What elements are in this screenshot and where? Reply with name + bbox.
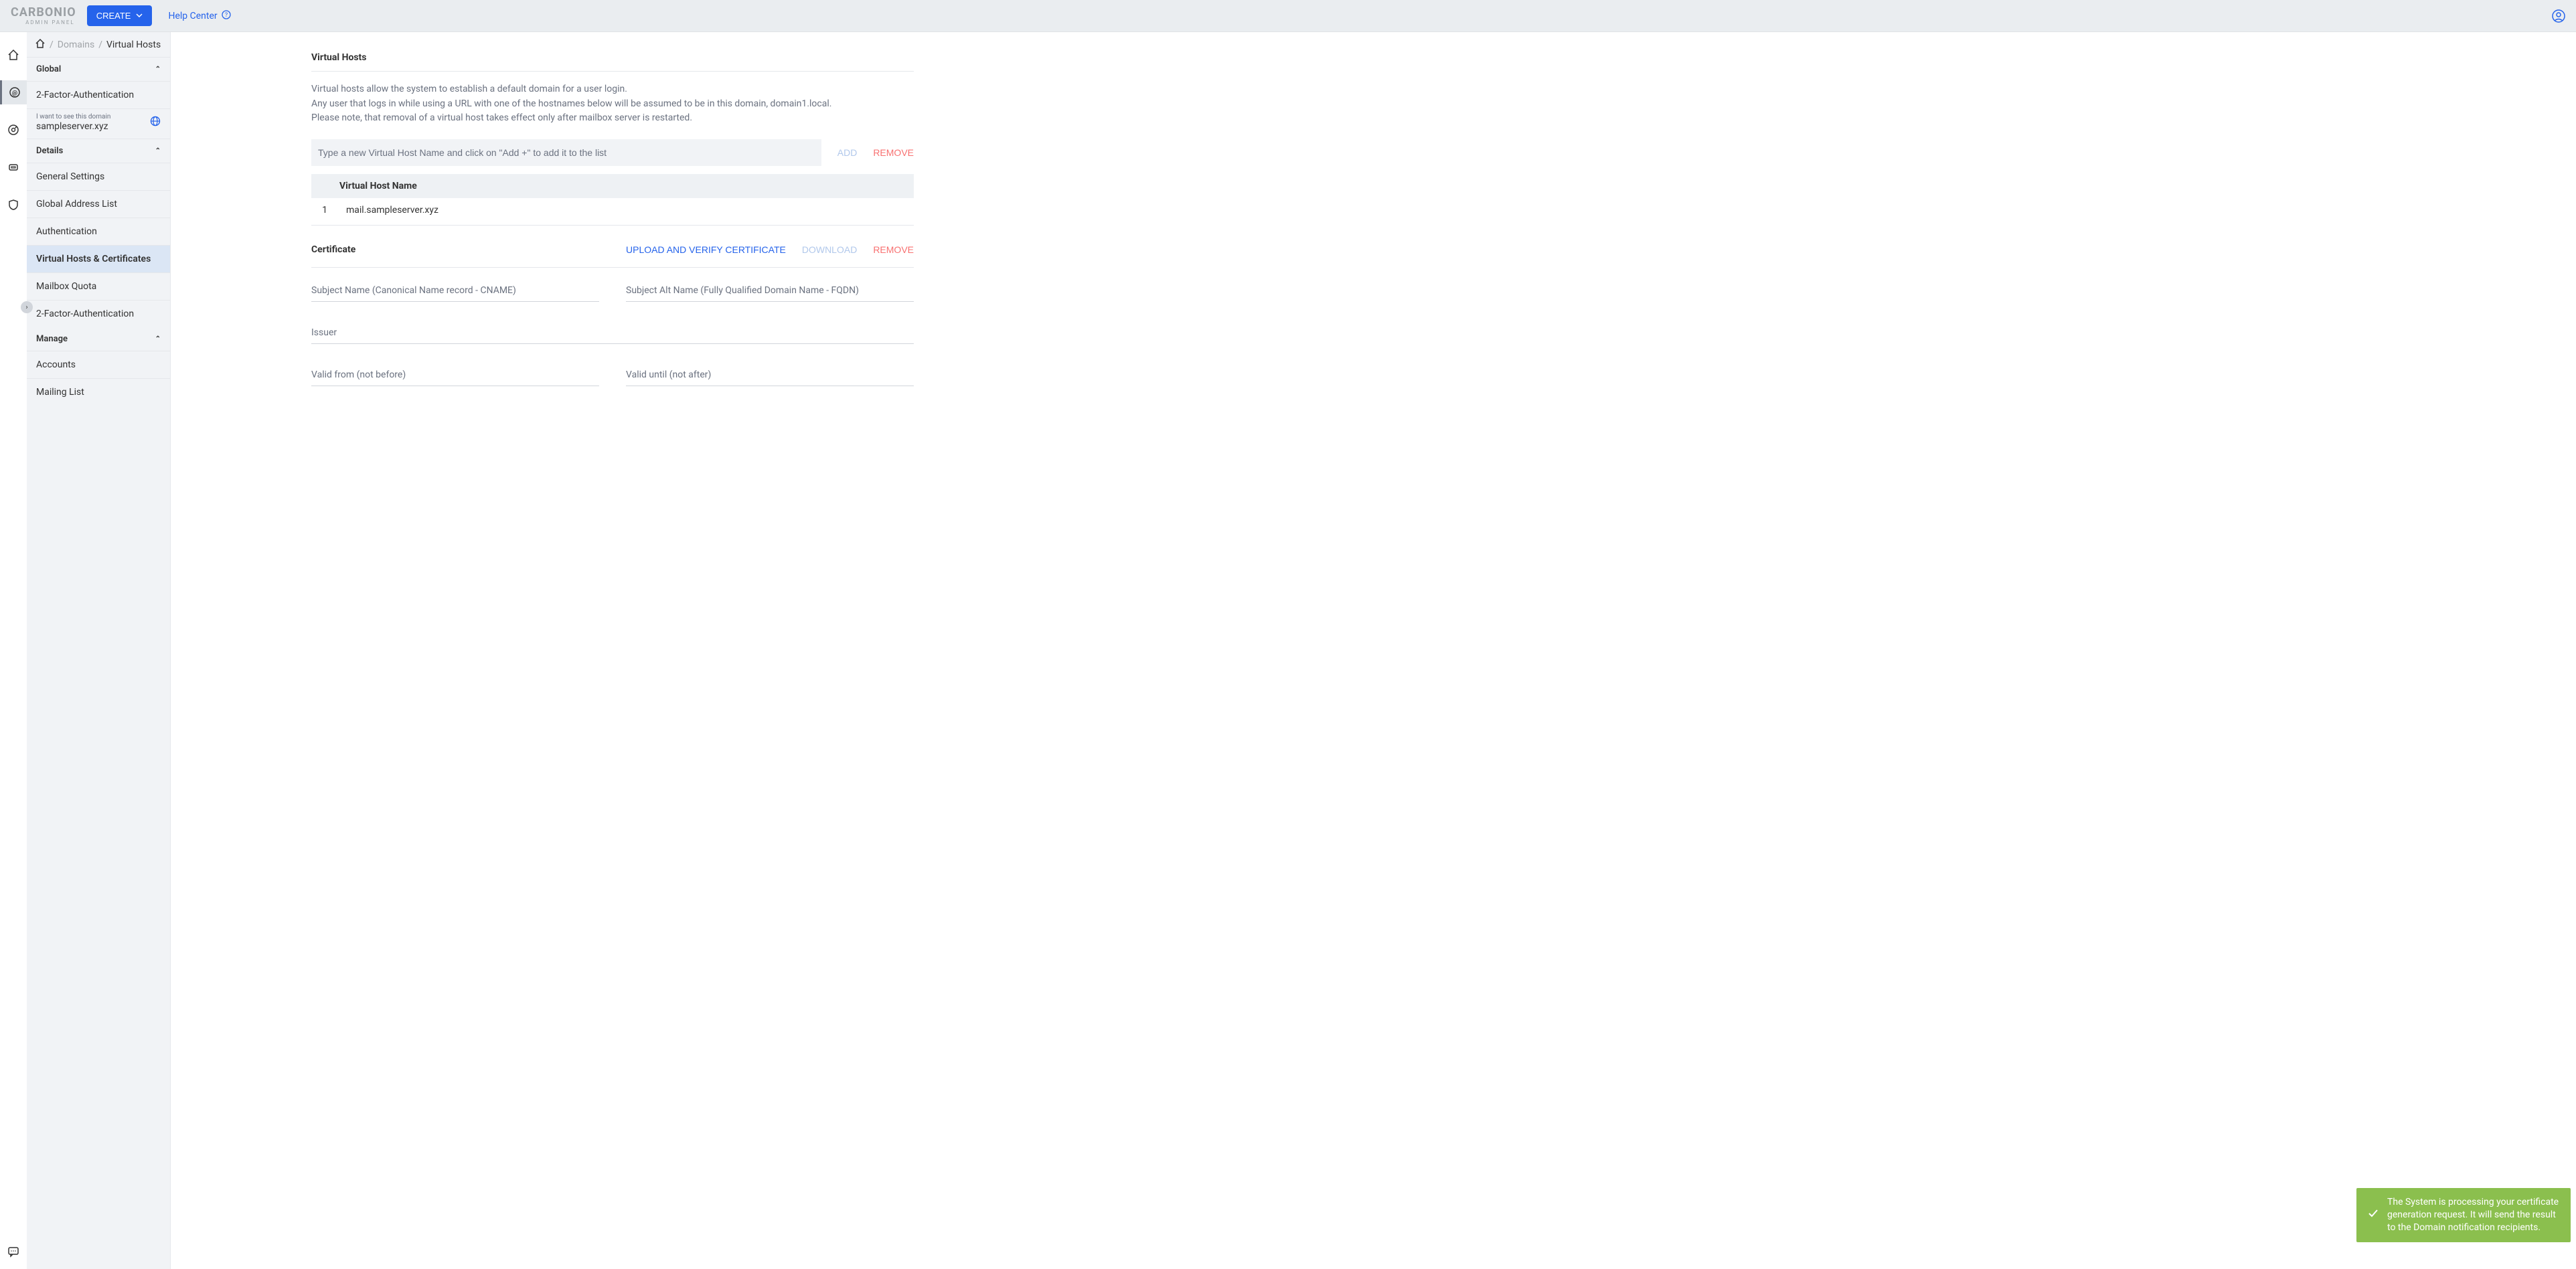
sidebar-item-mailing-list[interactable]: Mailing List [27, 378, 170, 406]
nav-privacy-icon[interactable] [0, 193, 27, 217]
certificate-title: Certificate [311, 244, 355, 255]
sidebar-item-mailbox-quota[interactable]: Mailbox Quota [27, 272, 170, 300]
breadcrumb-current: Virtual Hosts [106, 39, 161, 50]
sidebar-collapse-handle[interactable]: › [21, 301, 33, 313]
row-index: 1 [319, 205, 330, 216]
valid-from-field: Valid from (not before) [311, 365, 599, 386]
sidebar: / Domains / Virtual Hosts Global ⌃ 2-Fac… [27, 32, 171, 1269]
remove-virtual-host-button[interactable]: REMOVE [873, 147, 914, 158]
sidebar-section-global[interactable]: Global ⌃ [27, 58, 170, 81]
create-button-label: CREATE [96, 11, 131, 21]
table-header-vhost-name: Virtual Host Name [311, 174, 914, 198]
logo-main: CARBONIO [11, 7, 76, 19]
sidebar-item-gal[interactable]: Global Address List [27, 190, 170, 218]
chevron-up-icon: ⌃ [155, 335, 161, 343]
nav-storage-icon[interactable] [0, 155, 27, 179]
main-content: Virtual Hosts Virtual hosts allow the sy… [171, 32, 2576, 1269]
sidebar-item-2fa-global[interactable]: 2-Factor-Authentication [27, 81, 170, 108]
success-toast: The System is processing your certificat… [2356, 1188, 2571, 1242]
globe-icon [150, 116, 161, 129]
virtual-hosts-title: Virtual Hosts [311, 52, 914, 63]
nav-rail: @ [0, 32, 27, 1269]
valid-until-field: Valid until (not after) [626, 365, 914, 386]
sidebar-item-authentication[interactable]: Authentication [27, 218, 170, 245]
toast-message: The System is processing your certificat… [2387, 1196, 2560, 1234]
virtual-hosts-description: Virtual hosts allow the system to establ… [311, 82, 914, 126]
table-row[interactable]: 1 mail.sampleserver.xyz [311, 198, 914, 222]
virtual-hosts-table: Virtual Host Name 1 mail.sampleserver.xy… [311, 174, 914, 222]
breadcrumb: / Domains / Virtual Hosts [27, 32, 170, 58]
sidebar-item-general-settings[interactable]: General Settings [27, 163, 170, 190]
nav-domains-icon[interactable]: @ [0, 80, 27, 104]
sidebar-item-virtual-hosts[interactable]: Virtual Hosts & Certificates [27, 245, 170, 272]
home-icon[interactable] [35, 38, 46, 52]
nav-feedback-icon[interactable] [0, 1245, 27, 1269]
sidebar-item-2fa-details[interactable]: 2-Factor-Authentication [27, 300, 170, 327]
sidebar-item-accounts[interactable]: Accounts [27, 351, 170, 378]
row-vhost-name: mail.sampleserver.xyz [346, 205, 438, 216]
help-icon: ? [222, 10, 231, 22]
subject-name-field: Subject Name (Canonical Name record - CN… [311, 281, 599, 302]
logo-sub: ADMIN PANEL [25, 20, 75, 25]
chevron-up-icon: ⌃ [155, 147, 161, 155]
domain-selector-label: I want to see this domain [36, 113, 150, 120]
add-button[interactable]: ADD [837, 147, 858, 158]
sidebar-section-details[interactable]: Details ⌃ [27, 139, 170, 163]
create-button[interactable]: CREATE [87, 5, 153, 26]
issuer-field: Issuer [311, 323, 914, 344]
sidebar-section-manage[interactable]: Manage ⌃ [27, 327, 170, 351]
chevron-right-icon: › [25, 304, 27, 311]
virtual-host-name-input[interactable] [311, 139, 821, 166]
chevron-down-icon [136, 11, 143, 21]
logo: CARBONIO ADMIN PANEL [11, 7, 76, 25]
nav-home-icon[interactable] [0, 43, 27, 67]
svg-text:@: @ [11, 90, 17, 97]
domain-selector[interactable]: I want to see this domain sampleserver.x… [27, 108, 170, 139]
help-center-link[interactable]: Help Center ? [168, 10, 230, 22]
remove-certificate-button[interactable]: REMOVE [873, 244, 914, 255]
svg-text:?: ? [224, 12, 227, 19]
user-account-icon[interactable] [2552, 9, 2565, 23]
upload-certificate-button[interactable]: UPLOAD AND VERIFY CERTIFICATE [626, 244, 786, 255]
check-icon [2367, 1207, 2379, 1223]
download-certificate-button[interactable]: DOWNLOAD [802, 244, 857, 255]
chevron-up-icon: ⌃ [155, 66, 161, 73]
top-bar: CARBONIO ADMIN PANEL CREATE Help Center … [0, 0, 2576, 32]
domain-selector-value: sampleserver.xyz [36, 121, 150, 132]
subject-alt-name-field: Subject Alt Name (Fully Qualified Domain… [626, 281, 914, 302]
help-center-label: Help Center [168, 11, 217, 21]
nav-monitoring-icon[interactable] [0, 118, 27, 142]
breadcrumb-section[interactable]: Domains [58, 39, 94, 50]
